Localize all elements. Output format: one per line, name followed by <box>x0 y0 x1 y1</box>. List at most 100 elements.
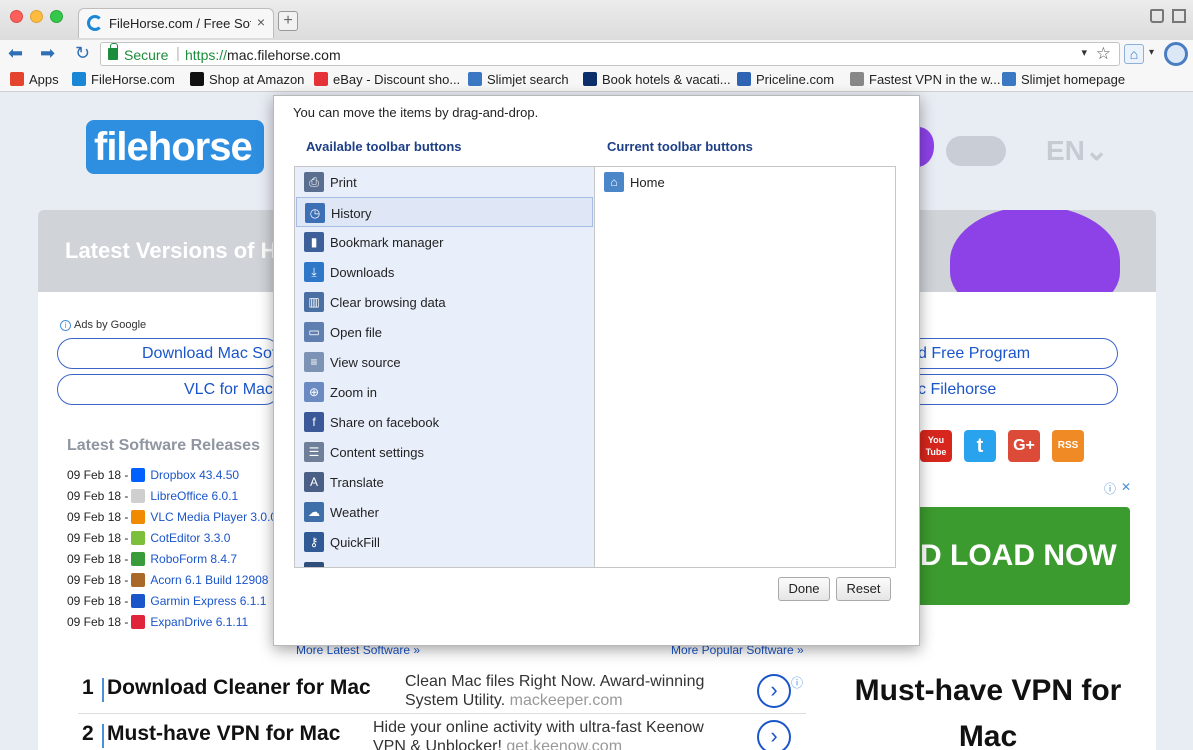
ads-by-google[interactable]: i Ads by Google <box>60 319 146 331</box>
new-tab-button[interactable]: + <box>278 11 298 31</box>
list-ad-go-button[interactable]: › <box>757 674 791 708</box>
toolbar-button-item[interactable]: ▮ Bookmark manager <box>296 227 593 257</box>
tab-title: FileHorse.com / Free Software Download <box>109 16 251 31</box>
release-link[interactable]: LibreOffice 6.0.1 <box>150 489 238 503</box>
filehorse-logo[interactable]: filehorse <box>86 120 264 174</box>
list-ad[interactable]: 1 Download Cleaner for Mac Clean Mac fil… <box>78 670 806 714</box>
toolbar-button-item[interactable]: ⤓ Downloads <box>296 257 593 287</box>
list-ad-description: Clean Mac files Right Now. Award-winning… <box>405 673 705 709</box>
url-dropdown-icon[interactable]: ▾ <box>1081 46 1087 59</box>
restore-icon[interactable] <box>1172 9 1186 23</box>
bookmark-item[interactable]: Priceline.com <box>737 72 834 87</box>
zoom-in-icon: ⊕ <box>304 382 324 402</box>
done-button[interactable]: Done <box>778 577 830 601</box>
bookmark-item[interactable]: FileHorse.com <box>72 72 175 87</box>
release-link[interactable]: RoboForm 8.4.7 <box>150 552 237 566</box>
close-window-button[interactable] <box>10 10 23 23</box>
toolbar-button-label: View source <box>330 355 401 370</box>
url-separator: | <box>176 45 180 62</box>
ad-link[interactable]: c Filehorse <box>910 374 1118 405</box>
forward-button[interactable]: ➡ <box>40 43 55 64</box>
reload-button[interactable]: ↻ <box>75 43 90 64</box>
release-date: 09 Feb 18 - <box>67 531 129 545</box>
release-link[interactable]: Acorn 6.1 Build 12908 <box>150 573 268 587</box>
ad-link[interactable]: VLC for Mac <box>57 374 280 405</box>
release-link[interactable]: ExpanDrive 6.1.11 <box>150 615 248 629</box>
toolbar-button-item[interactable]: ▥ Clear browsing data <box>296 287 593 317</box>
release-link[interactable]: Garmin Express 6.1.1 <box>150 594 266 608</box>
ad-link[interactable]: Download Mac Sof <box>57 338 280 369</box>
reset-button[interactable]: Reset <box>836 577 891 601</box>
language-selector[interactable]: EN⌄ <box>1046 134 1108 167</box>
cloud-icon[interactable] <box>946 136 1006 166</box>
toolbar-button-item[interactable]: ▭ Open file <box>296 317 593 347</box>
toolbar-button-label: Print <box>330 175 357 190</box>
release-row: 09 Feb 18 - Acorn 6.1 Build 12908 <box>67 573 268 587</box>
toolbar-button-label: Zoom in <box>330 385 377 400</box>
toolbar-button-item[interactable]: ☰ Content settings <box>296 437 593 467</box>
bookmark-item[interactable]: Fastest VPN in the w... <box>850 72 1001 87</box>
list-ad[interactable]: 2 Must-have VPN for Mac Hide your online… <box>78 716 806 750</box>
url-host: mac.filehorse.com <box>227 47 341 63</box>
available-buttons-heading: Available toolbar buttons <box>306 139 462 154</box>
release-date: 09 Feb 18 - <box>67 489 129 503</box>
bookmark-item[interactable]: eBay - Discount sho... <box>314 72 460 87</box>
minimize-window-button[interactable] <box>30 10 43 23</box>
settings-icon[interactable] <box>1164 42 1188 66</box>
toolbar-button-item[interactable]: ◷ History <box>296 197 593 227</box>
zoom-window-button[interactable] <box>50 10 63 23</box>
toolbar-button-item[interactable]: ✱ <box>296 557 593 567</box>
address-bar[interactable]: Secure | https://mac.filehorse.com ▾ ☆ <box>100 42 1120 66</box>
toolbar-button-label: Content settings <box>330 445 424 460</box>
bookmark-item[interactable]: Book hotels & vacati... <box>583 72 731 87</box>
list-ad-title[interactable]: Download Cleaner for Mac <box>107 676 371 700</box>
url-scheme: https:// <box>185 47 228 63</box>
release-link[interactable]: CotEditor 3.3.0 <box>150 531 230 545</box>
bookmark-label: Priceline.com <box>756 72 835 87</box>
toolbar-button-item[interactable]: ⌂ Home <box>596 167 893 197</box>
bookmark-item[interactable]: Slimjet homepage <box>1002 72 1125 87</box>
back-button[interactable]: ⬅ <box>8 43 23 64</box>
tab-close-icon[interactable]: × <box>257 14 265 30</box>
toolbar-button-item[interactable]: ⎙ Print <box>296 167 593 197</box>
google-plus-icon[interactable]: G+ <box>1008 430 1040 462</box>
download-now-banner[interactable]: D LOAD NOW <box>910 507 1130 605</box>
ad-close-icon[interactable]: ✕ <box>1121 480 1131 494</box>
bookmark-star-icon[interactable]: ☆ <box>1096 44 1111 64</box>
bookmark-item[interactable]: Shop at Amazon <box>190 72 304 87</box>
facebook-icon: f <box>304 412 324 432</box>
home-button[interactable]: ⌂ <box>1124 44 1144 64</box>
available-buttons-list[interactable]: ⎙ Print ◷ History ▮ Bookmark manager ⤓ Download… <box>294 166 595 568</box>
toolbar-button-item[interactable]: ≡ View source <box>296 347 593 377</box>
twitter-icon[interactable]: t <box>964 430 996 462</box>
secure-label: Secure <box>124 47 169 63</box>
weather-icon: ☁ <box>304 502 324 522</box>
youtube-icon[interactable]: You Tube <box>920 430 952 462</box>
rss-icon[interactable]: RSS <box>1052 430 1084 462</box>
release-row: 09 Feb 18 - Garmin Express 6.1.1 <box>67 594 266 608</box>
list-ad-go-button[interactable]: › <box>757 720 791 750</box>
menu-arrow-icon[interactable]: ▾ <box>1149 47 1154 58</box>
ad-info-icon[interactable]: ⓘ <box>1104 480 1116 497</box>
navigation-bar: ⬅ ➡ ↻ Secure | https://mac.filehorse.com… <box>0 40 1193 68</box>
ad-info-icon[interactable]: ⓘ <box>791 674 803 691</box>
more-icon: ✱ <box>304 562 324 567</box>
list-ad-divider <box>102 678 104 702</box>
toolbar-button-item[interactable]: A Translate <box>296 467 593 497</box>
current-buttons-list[interactable]: ⌂ Home <box>594 166 896 568</box>
vpn-ad-text[interactable]: Must-have VPN for Mac <box>838 668 1138 750</box>
toolbar-button-item[interactable]: ⊕ Zoom in <box>296 377 593 407</box>
bookmark-item[interactable]: Apps <box>10 72 59 87</box>
release-row: 09 Feb 18 - ExpanDrive 6.1.11 <box>67 615 248 629</box>
list-ad-title[interactable]: Must-have VPN for Mac <box>107 722 340 746</box>
release-link[interactable]: VLC Media Player 3.0.0 <box>150 510 277 524</box>
list-ad-number: 1 <box>82 676 94 699</box>
browser-tab[interactable]: FileHorse.com / Free Software Download × <box>78 8 274 38</box>
toolbar-button-item[interactable]: ⚷ QuickFill <box>296 527 593 557</box>
bookmark-item[interactable]: Slimjet search <box>468 72 569 87</box>
skin-icon[interactable] <box>1150 9 1164 23</box>
toolbar-button-item[interactable]: ☁ Weather <box>296 497 593 527</box>
toolbar-button-item[interactable]: f Share on facebook <box>296 407 593 437</box>
ad-link[interactable]: d Free Program <box>910 338 1118 369</box>
release-link[interactable]: Dropbox 43.4.50 <box>150 468 239 482</box>
